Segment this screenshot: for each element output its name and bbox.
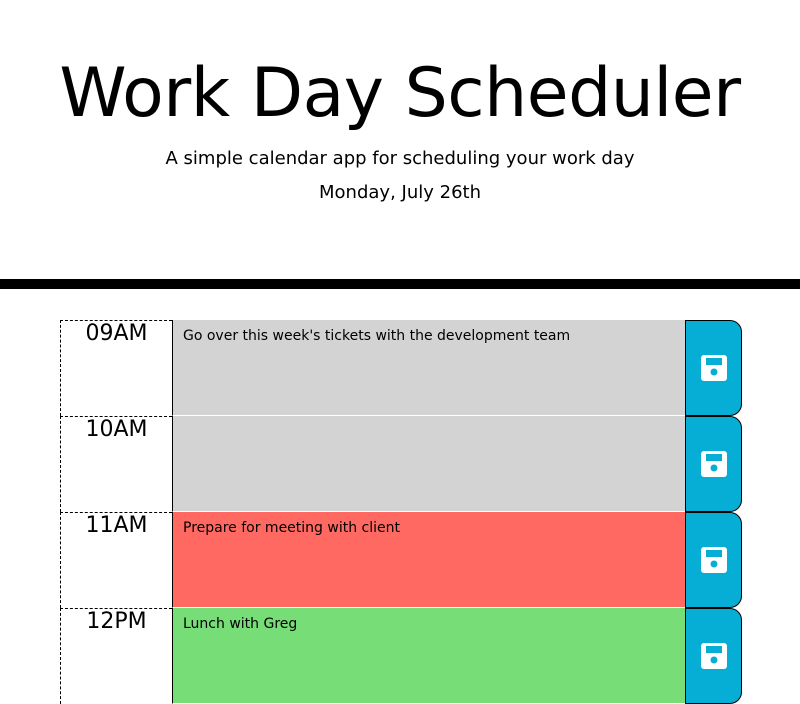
save-button[interactable] [685,512,742,608]
page-subtitle: A simple calendar app for scheduling you… [165,148,635,169]
hour-label: 09AM [60,320,172,416]
save-button[interactable] [685,320,742,416]
time-block-row: 10AM [60,416,742,512]
save-button[interactable] [685,608,742,704]
floppy-disk-icon [700,450,728,478]
description-field[interactable]: Go over this week's tickets with the dev… [172,320,685,416]
hour-label: 11AM [60,512,172,608]
time-block-row: 12PM Lunch with Greg [60,608,742,704]
page-title: Work Day Scheduler [59,54,741,133]
time-block-row: 11AM Prepare for meeting with client [60,512,742,608]
description-field[interactable]: Lunch with Greg [172,608,685,704]
floppy-disk-icon [700,354,728,382]
time-block-row: 09AM Go over this week's tickets with th… [60,320,742,416]
hour-label: 10AM [60,416,172,512]
description-field[interactable] [172,416,685,512]
jumbotron-header: Work Day Scheduler A simple calendar app… [0,0,800,289]
floppy-disk-icon [700,546,728,574]
current-day: Monday, July 26th [319,182,481,203]
hour-label: 12PM [60,608,172,704]
description-field[interactable]: Prepare for meeting with client [172,512,685,608]
save-button[interactable] [685,416,742,512]
time-block-list: 09AM Go over this week's tickets with th… [60,320,742,704]
floppy-disk-icon [700,642,728,670]
header-divider [0,279,800,289]
